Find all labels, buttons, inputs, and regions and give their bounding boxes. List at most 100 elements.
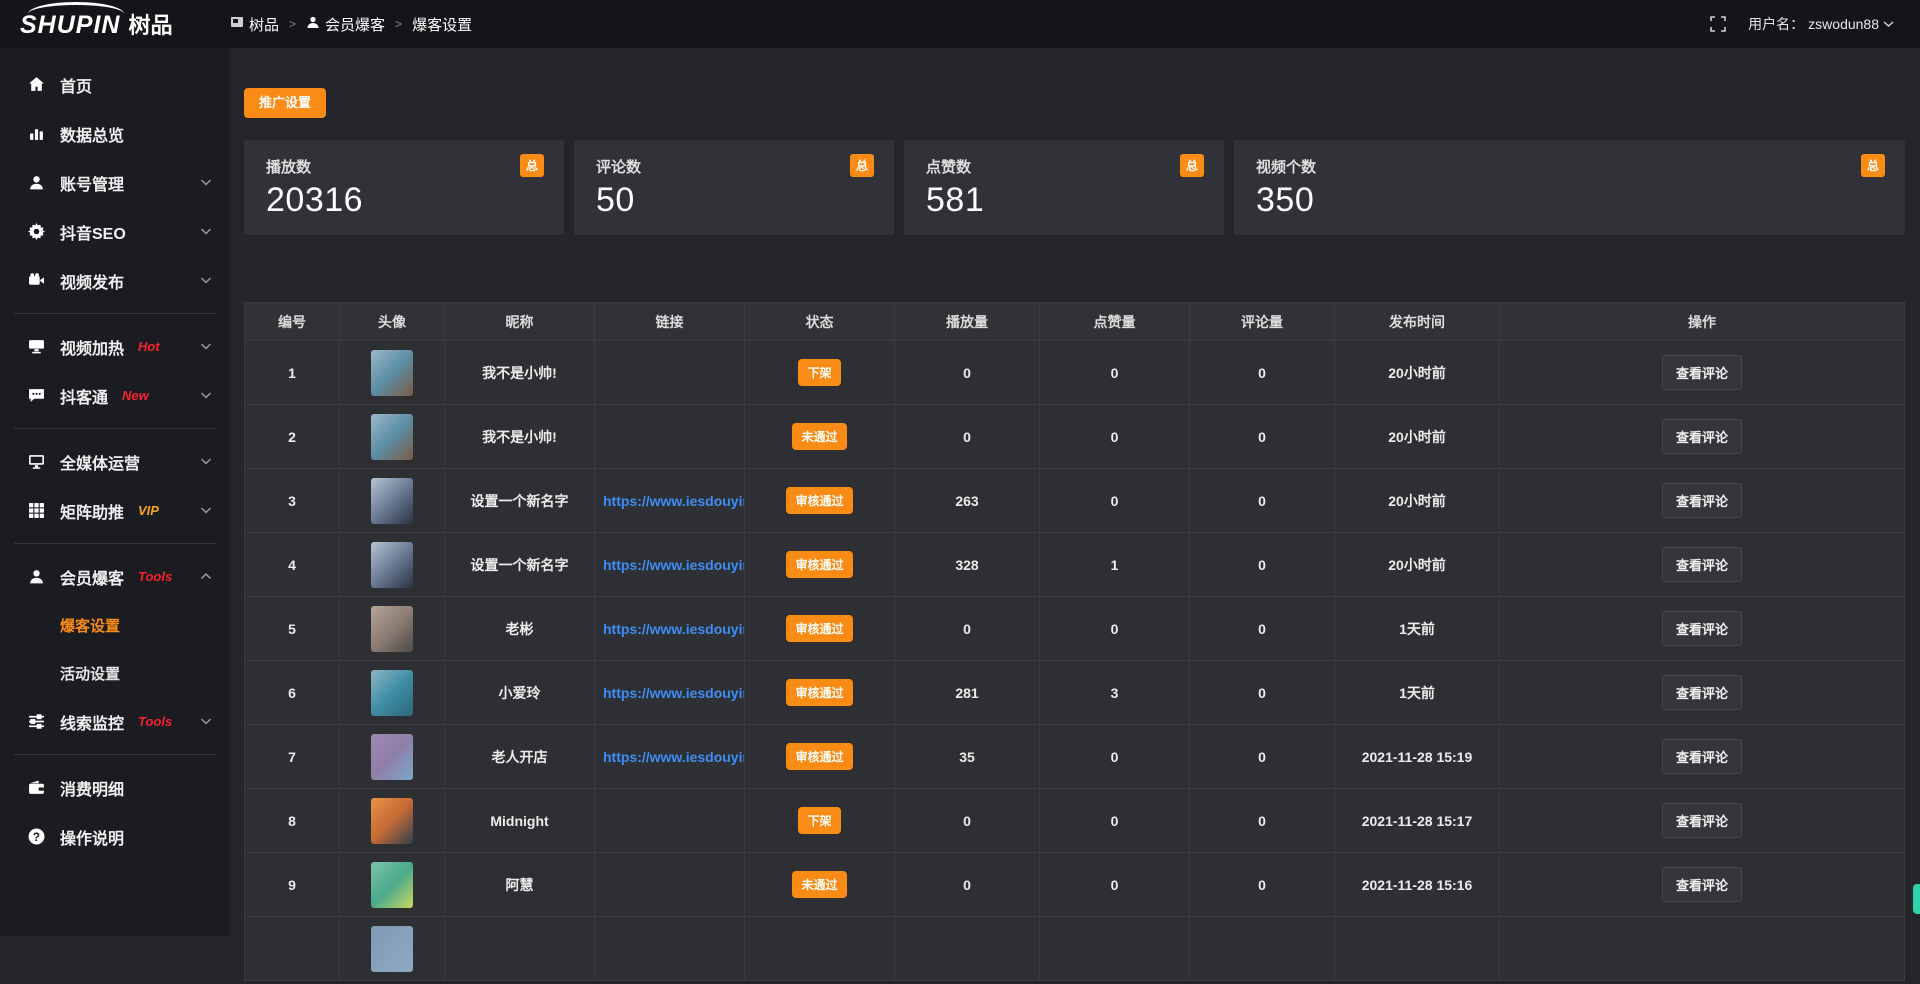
cell-likes: 0	[1040, 725, 1190, 789]
video-link[interactable]: https://www.iesdouyin.c	[603, 685, 745, 701]
display-icon	[26, 338, 46, 355]
sidebar-item-label: 矩阵助推	[60, 499, 124, 523]
status-badge: 审核通过	[786, 487, 852, 514]
view-comments-button[interactable]: 查看评论	[1662, 611, 1742, 646]
cell-comments: 0	[1190, 853, 1335, 917]
sidebar-item-clue-monitor[interactable]: 线索监控Tools	[0, 697, 230, 746]
breadcrumb-item-current: 爆客设置	[412, 14, 472, 35]
sidebar-divider	[14, 754, 216, 755]
wallet-icon	[26, 779, 46, 796]
dashboard-icon	[230, 15, 244, 33]
cell-nickname: Midnight	[445, 789, 595, 853]
view-comments-button[interactable]: 查看评论	[1662, 803, 1742, 838]
cell-plays	[895, 917, 1040, 981]
cell-plays: 328	[895, 533, 1040, 597]
cell-link	[595, 405, 745, 469]
cell-status: 审核通过	[745, 533, 895, 597]
view-comments-button[interactable]: 查看评论	[1662, 675, 1742, 710]
sidebar-item-home[interactable]: 首页	[0, 60, 230, 109]
cell-likes: 1	[1040, 533, 1190, 597]
video-link[interactable]: https://www.iesdouyin.c	[603, 621, 745, 637]
sidebar-item-member-baoke[interactable]: 会员爆客Tools	[0, 552, 230, 601]
cell-time: 1天前	[1335, 661, 1500, 725]
cell-time	[1335, 917, 1500, 981]
sidebar-item-douketong[interactable]: 抖客通New	[0, 371, 230, 420]
sidebar-item-matrix-boost[interactable]: 矩阵助推VIP	[0, 486, 230, 535]
sidebar-item-all-media-operation[interactable]: 全媒体运营	[0, 437, 230, 486]
table-row: 1我不是小帅!下架00020小时前查看评论	[245, 341, 1905, 405]
sidebar-item-video-heating[interactable]: 视频加热Hot	[0, 322, 230, 371]
breadcrumb-item-member[interactable]: 会员爆客	[306, 14, 385, 35]
sidebar-badge: Tools	[138, 569, 172, 584]
view-comments-button[interactable]: 查看评论	[1662, 419, 1742, 454]
table-row: 9阿慧未通过0002021-11-28 15:16查看评论	[245, 853, 1905, 917]
sidebar-badge: Hot	[138, 339, 160, 354]
view-comments-button[interactable]: 查看评论	[1662, 739, 1742, 774]
view-comments-button[interactable]: 查看评论	[1662, 355, 1742, 390]
video-link[interactable]: https://www.iesdouyin.c	[603, 557, 745, 573]
sidebar-item-label: 消费明细	[60, 776, 124, 800]
view-comments-button[interactable]: 查看评论	[1662, 867, 1742, 902]
fullscreen-icon[interactable]	[1710, 16, 1726, 32]
cell-avatar	[340, 533, 445, 597]
view-comments-button[interactable]: 查看评论	[1662, 547, 1742, 582]
chevron-down-icon	[200, 717, 212, 726]
sidebar-item-data-overview[interactable]: 数据总览	[0, 109, 230, 158]
user-icon	[26, 568, 46, 585]
sidebar-item-account-management[interactable]: 账号管理	[0, 158, 230, 207]
cell-id: 9	[245, 853, 340, 917]
sidebar-item-consume-detail[interactable]: 消费明细	[0, 763, 230, 812]
sidebar-item-label: 线索监控	[60, 710, 124, 734]
sidebar-subitem-baoke-settings[interactable]: 爆客设置	[0, 601, 230, 649]
monitor-icon	[26, 453, 46, 470]
breadcrumb-item-home[interactable]: 树品	[230, 14, 279, 35]
chevron-down-icon	[1883, 20, 1894, 28]
stat-label: 播放数	[266, 156, 542, 177]
user-menu[interactable]: 用户名： zswodun88	[1748, 14, 1894, 34]
breadcrumb: 树品 > 会员爆客 > 爆客设置	[230, 14, 472, 35]
cell-nickname: 小爱玲	[445, 661, 595, 725]
cell-status: 审核通过	[745, 469, 895, 533]
chevron-down-icon	[200, 391, 212, 400]
cell-link: https://www.iesdouyin.c	[595, 597, 745, 661]
cell-avatar	[340, 789, 445, 853]
sidebar-item-label: 抖客通	[60, 384, 108, 408]
svg-text:?: ?	[32, 831, 39, 844]
breadcrumb-separator: >	[395, 17, 402, 31]
cell-nickname: 老彬	[445, 597, 595, 661]
cell-comments: 0	[1190, 341, 1335, 405]
cell-likes: 3	[1040, 661, 1190, 725]
sidebar-item-operation-guide[interactable]: ? 操作说明	[0, 812, 230, 861]
cell-comments: 0	[1190, 789, 1335, 853]
chart-icon	[26, 125, 46, 142]
sidebar-subitem-activity-settings[interactable]: 活动设置	[0, 649, 230, 697]
sidebar-item-label: 操作说明	[60, 825, 124, 849]
cell-link	[595, 853, 745, 917]
side-widget-handle[interactable]	[1913, 884, 1920, 914]
user-icon	[26, 174, 46, 191]
video-link[interactable]: https://www.iesdouyin.c	[603, 749, 745, 765]
cell-avatar	[340, 405, 445, 469]
avatar	[371, 606, 413, 652]
table-header-cell: 状态	[745, 303, 895, 341]
cell-comments: 0	[1190, 725, 1335, 789]
view-comments-button[interactable]: 查看评论	[1662, 483, 1742, 518]
cell-comments: 0	[1190, 469, 1335, 533]
video-table-wrap: 编号头像昵称链接状态播放量点赞量评论量发布时间操作 1我不是小帅!下架00020…	[244, 302, 1905, 981]
cell-status: 下架	[745, 341, 895, 405]
grid-icon	[26, 502, 46, 519]
chevron-down-icon	[200, 178, 212, 187]
video-link[interactable]: https://www.iesdouyin.c	[603, 493, 745, 509]
cell-comments: 0	[1190, 597, 1335, 661]
sidebar-item-douyin-seo[interactable]: 抖音SEO	[0, 207, 230, 256]
cell-action: 查看评论	[1500, 789, 1905, 853]
cell-link	[595, 917, 745, 981]
status-badge: 下架	[798, 807, 840, 834]
stat-card: 点赞数581总	[904, 140, 1224, 235]
sidebar-item-video-publish[interactable]: 视频发布	[0, 256, 230, 305]
cell-time: 2021-11-28 15:16	[1335, 853, 1500, 917]
promotion-settings-button[interactable]: 推广设置	[244, 88, 326, 118]
cell-status: 审核通过	[745, 661, 895, 725]
table-header-cell: 评论量	[1190, 303, 1335, 341]
chevron-down-icon	[200, 506, 212, 515]
